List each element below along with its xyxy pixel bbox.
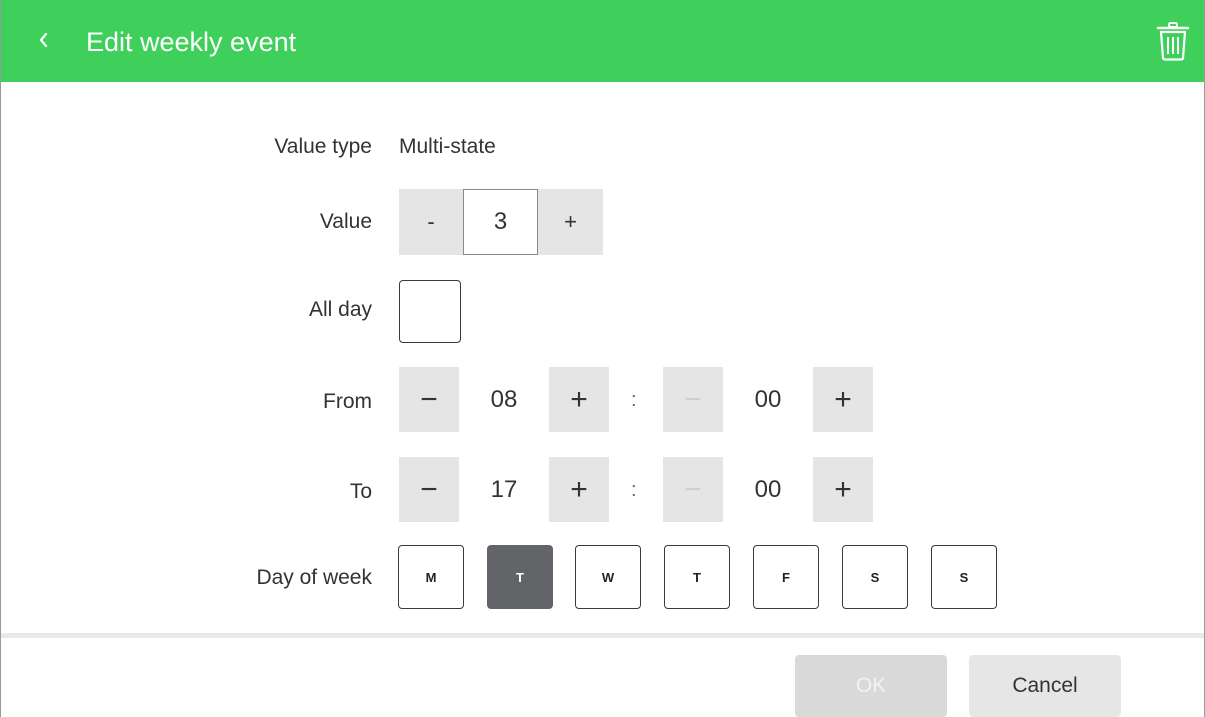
delete-button[interactable] xyxy=(1151,20,1195,66)
back-button[interactable] xyxy=(29,22,59,62)
from-minute-decrement-button[interactable]: − xyxy=(663,367,723,432)
from-label: From xyxy=(323,390,372,413)
from-hour-input[interactable]: 08 xyxy=(459,367,549,432)
from-time-separator: : xyxy=(631,389,637,411)
cancel-button[interactable]: Cancel xyxy=(969,655,1121,717)
to-hour-increment-button[interactable]: + xyxy=(549,457,609,522)
page-title: Edit weekly event xyxy=(86,27,297,57)
all-day-checkbox[interactable] xyxy=(399,280,461,343)
to-label: To xyxy=(349,480,372,503)
day-toggle-saturday[interactable]: S xyxy=(842,545,908,609)
from-minute-input[interactable]: 00 xyxy=(723,367,813,432)
day-toggle-wednesday[interactable]: W xyxy=(575,545,641,609)
from-hour-decrement-button[interactable]: − xyxy=(399,367,459,432)
header-bar: Edit weekly event xyxy=(1,0,1204,82)
value-type-value: Multi-state xyxy=(399,135,496,158)
to-hour-input[interactable]: 17 xyxy=(459,457,549,522)
value-input[interactable]: 3 xyxy=(463,189,538,255)
day-toggle-monday[interactable]: M xyxy=(398,545,464,609)
ok-button[interactable]: OK xyxy=(795,655,947,717)
chevron-left-icon xyxy=(37,30,51,55)
to-minute-input[interactable]: 00 xyxy=(723,457,813,522)
value-decrement-button[interactable]: - xyxy=(399,189,463,255)
day-toggle-friday[interactable]: F xyxy=(753,545,819,609)
value-increment-button[interactable]: + xyxy=(538,189,603,255)
day-toggle-tuesday[interactable]: T xyxy=(487,545,553,609)
from-hour-increment-button[interactable]: + xyxy=(549,367,609,432)
day-of-week-label: Day of week xyxy=(256,566,372,589)
day-toggle-sunday[interactable]: S xyxy=(931,545,997,609)
to-minute-decrement-button[interactable]: − xyxy=(663,457,723,522)
day-toggle-thursday[interactable]: T xyxy=(664,545,730,609)
trash-icon xyxy=(1156,21,1190,66)
footer-divider xyxy=(1,633,1204,638)
value-label: Value xyxy=(319,210,372,233)
value-type-label: Value type xyxy=(274,135,372,158)
to-hour-decrement-button[interactable]: − xyxy=(399,457,459,522)
from-minute-increment-button[interactable]: + xyxy=(813,367,873,432)
dialog: Edit weekly event Value type Multi-state… xyxy=(0,0,1205,717)
all-day-label: All day xyxy=(308,298,372,321)
to-time-separator: : xyxy=(631,479,637,501)
to-minute-increment-button[interactable]: + xyxy=(813,457,873,522)
